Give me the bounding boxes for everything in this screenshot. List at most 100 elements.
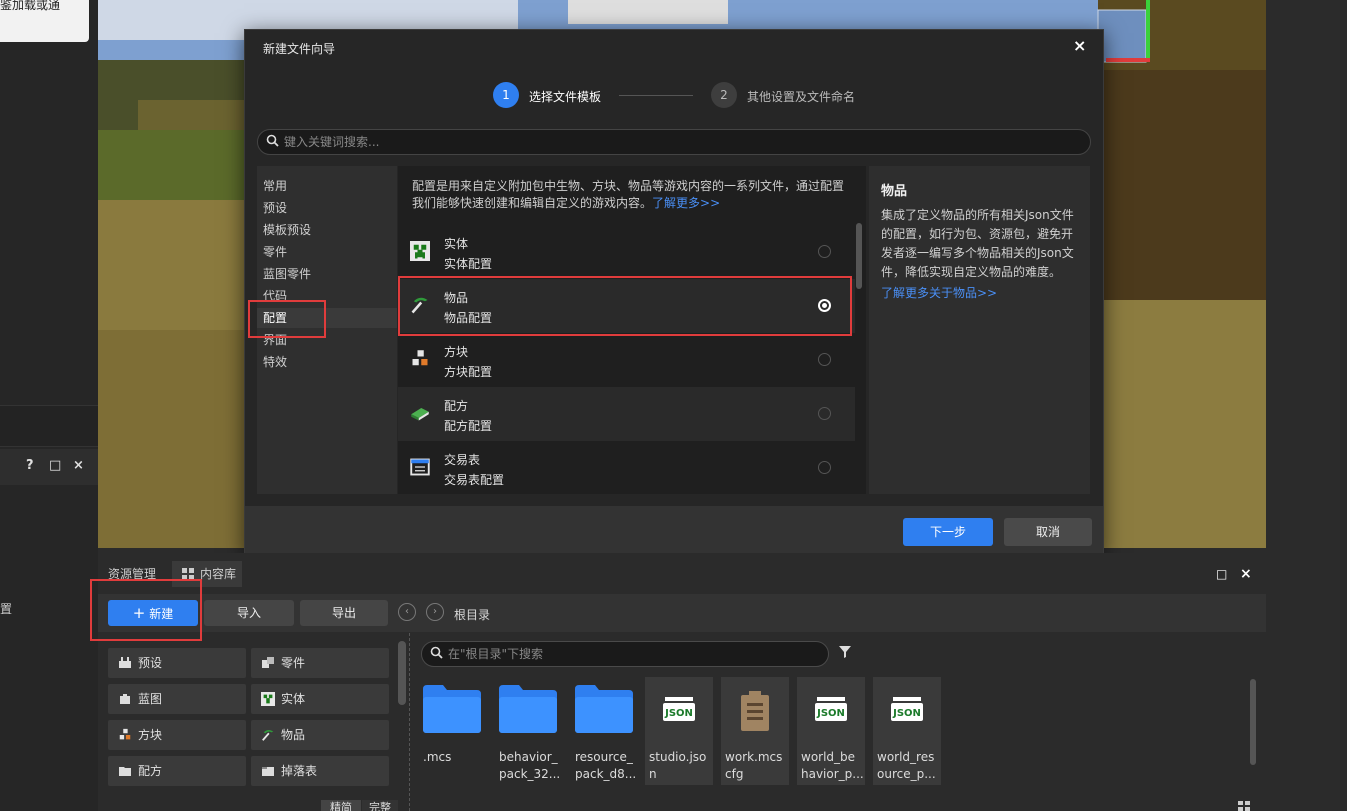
category-item-button[interactable]: 物品	[251, 720, 389, 750]
creeper-icon	[410, 241, 430, 261]
category-label: 物品	[281, 728, 306, 742]
template-list-scrollbar[interactable]	[856, 223, 862, 289]
template-item-block[interactable]: 方块 方块配置	[398, 333, 855, 387]
preset-icon	[119, 657, 131, 668]
help-icon[interactable]: ?	[26, 458, 34, 473]
info-learn-more-link[interactable]: 了解更多关于物品>>	[881, 284, 997, 301]
cancel-button[interactable]: 取消	[1004, 518, 1092, 546]
highlight-box-config	[248, 300, 326, 338]
right-panel	[1266, 0, 1347, 811]
highlight-box-item	[398, 276, 852, 336]
view-grid-icon[interactable]	[1238, 801, 1250, 811]
blueprint-icon	[120, 694, 130, 704]
template-search-input[interactable]	[282, 133, 1066, 151]
category-common[interactable]: 常用	[263, 176, 393, 196]
filter-icon[interactable]	[838, 645, 852, 659]
highlight-box-new	[90, 579, 202, 641]
json-file-icon: JSON	[891, 697, 923, 721]
template-title: 配方	[444, 399, 469, 413]
template-item-recipe[interactable]: 配方 配方配置	[398, 387, 855, 441]
close-icon[interactable]: ×	[1073, 36, 1086, 55]
json-file-icon: JSON	[663, 697, 695, 721]
category-part-button[interactable]: 零件	[251, 648, 389, 678]
dialog-title: 新建文件向导	[263, 42, 336, 56]
trade-table-icon	[410, 458, 430, 476]
category-recipe-button[interactable]: 配方	[108, 756, 246, 786]
close-icon[interactable]: ×	[1240, 561, 1252, 587]
file-label-line: n	[649, 767, 657, 781]
panel-divider[interactable]	[409, 633, 411, 811]
template-subtitle: 交易表配置	[444, 473, 505, 487]
export-button[interactable]: 导出	[300, 600, 388, 626]
step-2-label: 其他设置及文件命名	[747, 90, 856, 104]
category-label: 方块	[138, 728, 163, 742]
template-item-trade-table[interactable]: 交易表 交易表配置	[398, 441, 855, 495]
file-label-line: studio.jso	[649, 750, 707, 764]
file-label-line: havior_p...	[801, 767, 864, 781]
category-label: 掉落表	[281, 764, 318, 778]
file-search-input[interactable]	[446, 645, 820, 663]
category-block-button[interactable]: 方块	[108, 720, 246, 750]
file-label: behavior_ pack_32...	[495, 749, 563, 783]
tab-full[interactable]: 完整	[362, 800, 398, 811]
template-title: 方块	[444, 345, 469, 359]
json-file-icon: JSON	[815, 697, 847, 721]
file-scrollbar[interactable]	[1250, 679, 1256, 765]
info-title: 物品	[881, 184, 908, 199]
learn-more-link[interactable]: 了解更多>>	[652, 196, 720, 210]
maximize-icon[interactable]: □	[49, 458, 61, 473]
step-1-badge: 1	[493, 82, 519, 108]
category-label: 预设	[138, 656, 163, 670]
template-radio[interactable]	[818, 353, 831, 366]
category-label: 蓝图	[138, 692, 163, 706]
template-subtitle: 方块配置	[444, 365, 493, 379]
config-description-text: 配置是用来自定义附加包中生物、方块、物品等游戏内容的一系列文件，通过配置我们能够…	[412, 179, 845, 210]
template-radio[interactable]	[818, 245, 831, 258]
category-label: 零件	[281, 656, 306, 670]
tab-simple[interactable]: 精简	[321, 800, 361, 811]
category-entity-button[interactable]: 实体	[251, 684, 389, 714]
left-panel-header	[0, 405, 98, 447]
left-panel-titlebar: ? □ ×	[0, 449, 98, 485]
recipe-book-icon	[411, 408, 429, 421]
next-button[interactable]: 下一步	[903, 518, 993, 546]
svg-text:JSON: JSON	[816, 708, 845, 719]
template-title: 实体	[444, 237, 469, 251]
category-scrollbar[interactable]	[398, 641, 406, 705]
category-template-preset[interactable]: 模板预设	[263, 220, 393, 240]
file-label-line: work.mcs	[725, 750, 783, 764]
category-preset-button[interactable]: 预设	[108, 648, 246, 678]
file-search[interactable]	[421, 641, 829, 667]
file-label-line: behavior_	[499, 750, 558, 764]
folder-icon	[575, 685, 633, 733]
forward-icon[interactable]: ›	[426, 603, 444, 621]
category-blueprint-part[interactable]: 蓝图零件	[263, 264, 393, 284]
template-search[interactable]	[257, 129, 1091, 155]
close-icon[interactable]: ×	[73, 458, 84, 473]
step-divider	[619, 95, 693, 96]
back-icon[interactable]: ‹	[398, 603, 416, 621]
part-icon	[262, 657, 274, 668]
template-radio[interactable]	[818, 407, 831, 420]
category-preset[interactable]: 预设	[263, 198, 393, 218]
category-loot-table-button[interactable]: 掉落表	[251, 756, 389, 786]
creeper-icon	[261, 692, 275, 706]
template-info-panel: 物品 集成了定义物品的所有相关Json文件的配置，如行为包、资源包，避免开发者逐…	[869, 166, 1090, 494]
category-blueprint-button[interactable]: 蓝图	[108, 684, 246, 714]
file-label-line: world_res	[877, 750, 935, 764]
maximize-icon[interactable]: □	[1216, 561, 1227, 587]
template-item-entity[interactable]: 实体 实体配置	[398, 225, 855, 279]
folder-icon	[499, 685, 557, 733]
category-effects[interactable]: 特效	[263, 352, 393, 372]
template-title: 交易表	[444, 453, 481, 467]
import-button[interactable]: 导入	[204, 600, 294, 626]
pickaxe-icon	[262, 729, 274, 741]
folder-icon	[423, 685, 481, 733]
blocks-icon	[119, 728, 131, 740]
category-part[interactable]: 零件	[263, 242, 393, 262]
content-toolbar: + 新建 导入 导出 ‹ › 根目录	[98, 594, 1266, 632]
template-radio[interactable]	[818, 461, 831, 474]
breadcrumb[interactable]: 根目录	[454, 606, 490, 623]
category-label: 实体	[281, 692, 306, 706]
folder-icon	[119, 767, 131, 776]
